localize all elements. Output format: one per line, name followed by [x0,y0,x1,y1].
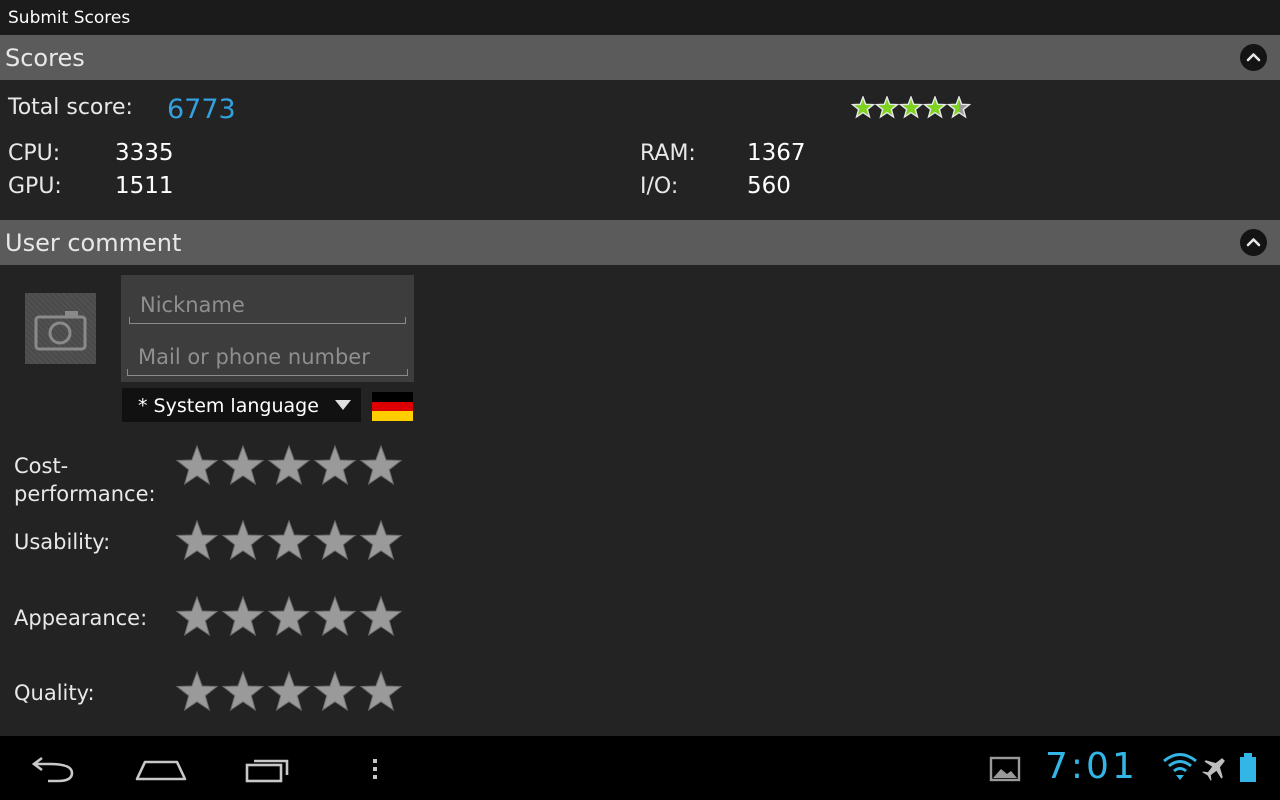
language-select[interactable]: * System language [122,388,361,422]
usability-label: Usability: [14,530,111,554]
cost-performance-label: Cost- performance: [14,454,156,506]
user-comment-section-title: User comment [5,229,182,257]
score-star [898,96,924,119]
score-star-rating [851,96,971,119]
collapse-scores-button[interactable] [1240,44,1267,71]
rating-star[interactable] [267,444,311,486]
recent-apps-icon[interactable] [243,754,295,784]
rating-star[interactable] [221,670,265,712]
scores-section-title: Scores [5,44,85,72]
rating-star[interactable] [267,595,311,637]
rating-star[interactable] [313,444,357,486]
gpu-label: GPU: [8,174,62,199]
rating-star[interactable] [359,595,403,637]
rating-star[interactable] [175,519,219,561]
quality-rating[interactable] [175,670,407,716]
home-icon[interactable] [133,754,189,784]
airplane-mode-icon [1202,758,1225,781]
rating-star[interactable] [359,519,403,561]
score-star [946,96,971,119]
wifi-icon [1163,753,1197,780]
chevron-up-icon [1246,53,1261,62]
collapse-comment-button[interactable] [1240,229,1267,256]
rating-star[interactable] [221,595,265,637]
cpu-value: 3335 [115,140,174,166]
rating-star[interactable] [267,519,311,561]
gpu-value: 1511 [115,173,174,199]
ram-label: RAM: [640,141,696,166]
status-clock: 7:01 [1045,746,1138,787]
ram-value: 1367 [747,140,806,166]
scores-section-header[interactable]: Scores [0,35,1280,80]
rating-star[interactable] [175,444,219,486]
total-score-value: 6773 [167,94,236,125]
rating-star[interactable] [359,444,403,486]
usability-rating[interactable] [175,519,407,565]
rating-star[interactable] [359,670,403,712]
mail-or-phone-input[interactable]: Mail or phone number [127,332,408,376]
gallery-notification-icon[interactable] [988,755,1022,783]
io-value: 560 [747,173,791,199]
cpu-label: CPU: [8,141,61,166]
cost-performance-rating[interactable] [175,444,407,490]
score-star [874,96,900,119]
contact-form: Nickname Mail or phone number [121,275,414,382]
appearance-label: Appearance: [14,606,148,630]
menu-icon[interactable] [366,756,384,784]
rating-star[interactable] [175,670,219,712]
camera-icon [34,311,87,351]
window-title: Submit Scores [0,0,1280,35]
score-star [851,96,876,119]
user-comment-section-header[interactable]: User comment [0,220,1280,265]
back-icon[interactable] [28,754,80,784]
flag-stripe [372,392,413,402]
rating-star[interactable] [313,670,357,712]
avatar-photo-button[interactable] [25,293,96,364]
rating-star[interactable] [221,444,265,486]
battery-icon [1240,753,1256,782]
rating-star[interactable] [313,595,357,637]
nickname-input[interactable]: Nickname [129,280,406,324]
flag-stripe [372,411,413,421]
rating-star[interactable] [175,595,219,637]
score-star [922,96,948,119]
chevron-up-icon [1246,238,1261,247]
io-label: I/O: [640,174,679,199]
rating-star[interactable] [313,519,357,561]
quality-label: Quality: [14,681,95,705]
total-score-label: Total score: [8,95,133,120]
flag-stripe [372,401,413,412]
germany-flag-icon[interactable] [372,392,413,421]
language-select-value: * System language [138,395,319,417]
dropdown-arrow-icon [335,400,351,410]
appearance-rating[interactable] [175,595,407,641]
rating-star[interactable] [221,519,265,561]
rating-star[interactable] [267,670,311,712]
